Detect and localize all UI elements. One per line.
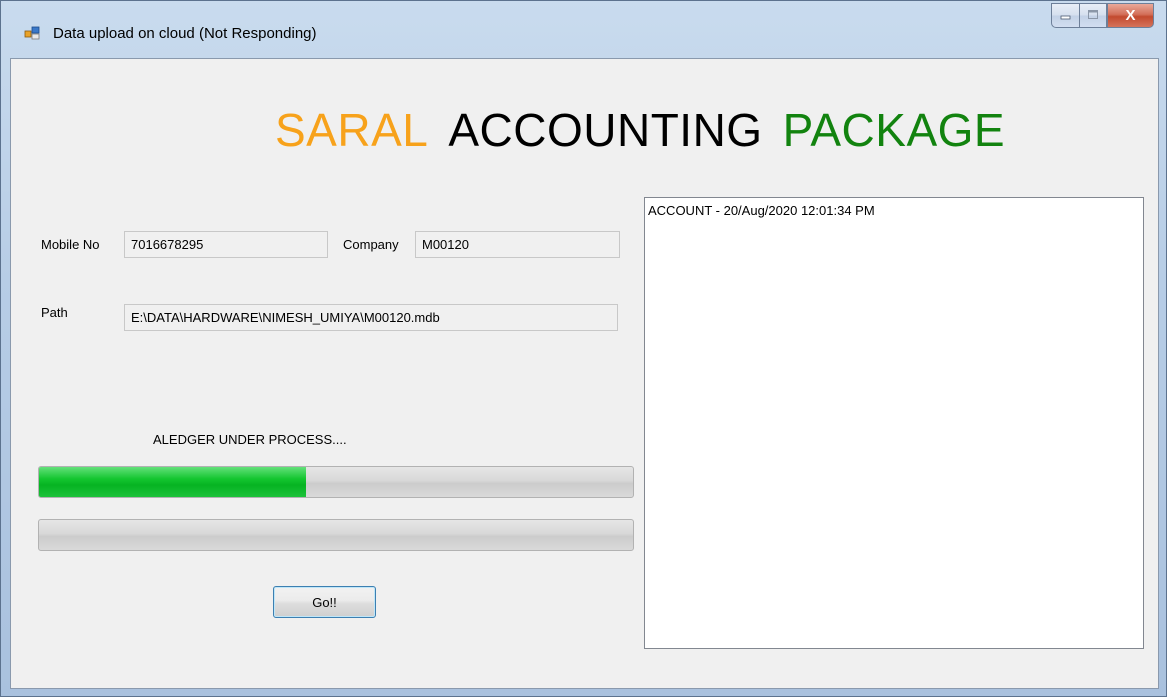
maximize-icon bbox=[1087, 7, 1099, 25]
window-title: Data upload on cloud (Not Responding) bbox=[53, 25, 317, 42]
primary-progress-bar bbox=[38, 466, 634, 498]
heading-word-accounting: ACCOUNTING bbox=[448, 104, 763, 156]
company-field[interactable]: M00120 bbox=[415, 231, 620, 258]
maximize-button[interactable] bbox=[1079, 3, 1107, 28]
mobile-label: Mobile No bbox=[41, 237, 100, 252]
minimize-icon bbox=[1060, 7, 1072, 25]
primary-progress-fill bbox=[39, 467, 307, 497]
close-icon: X bbox=[1125, 7, 1136, 24]
mobile-field[interactable]: 7016678295 bbox=[124, 231, 328, 258]
status-label: ALEDGER UNDER PROCESS.... bbox=[153, 432, 347, 447]
log-listbox[interactable]: ACCOUNT - 20/Aug/2020 12:01:34 PM bbox=[644, 197, 1144, 649]
close-button[interactable]: X bbox=[1107, 3, 1154, 28]
heading-word-package: PACKAGE bbox=[782, 104, 1006, 156]
log-item[interactable]: ACCOUNT - 20/Aug/2020 12:01:34 PM bbox=[648, 203, 1143, 219]
minimize-button[interactable] bbox=[1051, 3, 1079, 28]
path-field[interactable]: E:\DATA\HARDWARE\NIMESH_UMIYA\M00120.mdb bbox=[124, 304, 618, 331]
form-client-area: SARAL ACCOUNTING PACKAGE Mobile No 7016678… bbox=[10, 58, 1159, 689]
title-bar[interactable]: Data upload on cloud (Not Responding) X bbox=[1, 1, 1166, 57]
caption-buttons: X bbox=[1051, 3, 1154, 28]
secondary-progress-bar bbox=[38, 519, 634, 551]
go-button[interactable]: Go!! bbox=[273, 586, 376, 618]
heading-word-saral: SARAL bbox=[275, 104, 429, 156]
company-label: Company bbox=[343, 237, 399, 252]
app-heading: SARAL ACCOUNTING PACKAGE bbox=[275, 103, 1025, 157]
path-label: Path bbox=[41, 305, 68, 320]
app-window: Data upload on cloud (Not Responding) X … bbox=[0, 0, 1167, 697]
winforms-app-icon bbox=[24, 25, 40, 41]
